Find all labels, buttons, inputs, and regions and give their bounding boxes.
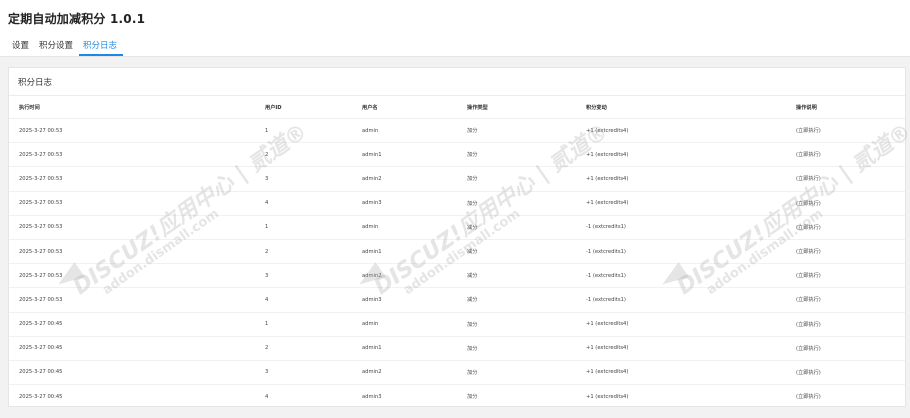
cell-operation-type: 加分: [457, 312, 576, 337]
tab-settings[interactable]: 设置: [8, 32, 35, 56]
cell-username: admin3: [362, 393, 382, 400]
cell-username: admin1: [352, 239, 457, 265]
cell-description: (立即执行): [786, 215, 905, 240]
cell-username: admin3: [352, 191, 457, 216]
cell-time: 2025-3-27 00:45: [9, 312, 255, 337]
cell-description: (立即执行): [786, 360, 905, 386]
table-row: 2025-3-27 00:53 3 admin2 减分 -1 (extcredits1)…: [9, 263, 905, 289]
cell-username: admin: [352, 312, 457, 337]
column-header-credit-change: 积分变动: [576, 96, 786, 119]
tab-credit-log[interactable]: 积分日志: [79, 32, 124, 56]
cell-user-id: 3: [255, 166, 352, 192]
cell-credit-change: +1 (extcredits4): [576, 360, 786, 386]
cell-user-id: 4: [265, 393, 269, 400]
cell-time: 2025-3-27 00:53: [9, 263, 255, 289]
cell-operation-type: 减分: [457, 287, 576, 313]
cell-user-id: 3: [255, 263, 352, 289]
cell-operation-type: 加分: [457, 191, 576, 216]
cell-credit-change: +1 (extcredits4): [576, 142, 786, 168]
cell-user-id: 2: [255, 336, 352, 361]
cell-time: 2025-3-27 00:53: [9, 215, 255, 240]
table-row: 2025-3-27 00:45 1 admin 加分 +1 (extcredits4)(…: [9, 312, 905, 337]
column-header-user-id: 用户ID: [255, 96, 352, 119]
cell-time: 2025-3-27 00:53: [9, 118, 255, 144]
cell-description: (立即执行): [786, 287, 905, 313]
cell-credit-change: -1 (extcredits1): [576, 239, 786, 265]
table-row: 2025-3-27 00:45 2 admin1 加分 +1 (extcredits4)…: [9, 336, 905, 361]
cell-username: admin1: [352, 336, 457, 361]
cell-username: admin1: [352, 142, 457, 168]
cell-user-id: 2: [255, 142, 352, 168]
column-header-description: 操作说明: [786, 96, 905, 119]
panel-title: 积分日志: [9, 68, 905, 96]
cell-time: 2025-3-27 00:53: [9, 142, 255, 168]
cell-credit-change: +1 (extcredits4): [576, 191, 786, 216]
cell-time: 2025-3-27 00:45: [9, 336, 255, 361]
cell-operation-type: 减分: [457, 239, 576, 265]
cell-description: (立即执行): [786, 239, 905, 265]
cell-description: (立即执行): [786, 263, 905, 289]
cell-username: admin2: [352, 166, 457, 192]
table-row: 2025-3-27 00:53 2 admin1 减分 -1 (extcredits1)…: [9, 239, 905, 265]
cell-username: admin: [352, 118, 457, 144]
cell-credit-change: -1 (extcredits1): [576, 215, 786, 240]
app-title: 定期自动加减积分 1.0.1: [8, 12, 146, 26]
cell-operation-type: 加分: [457, 360, 576, 386]
cell-user-id: 3: [255, 360, 352, 386]
cell-description: (立即执行): [786, 191, 905, 216]
table-row: 2025-3-27 00:45 3 admin2 加分 +1 (extcredits4)…: [9, 360, 905, 386]
cell-credit-change: +1 (extcredits4): [576, 166, 786, 192]
cell-description: (立即执行): [786, 118, 905, 144]
cell-operation-type: 加分: [457, 166, 576, 192]
cell-description: (立即执行): [786, 142, 905, 168]
cell-operation-type: 加分: [457, 118, 576, 144]
table-header-row: 执行时间 用户ID 用户名 操作类型 积分变动 操作说明: [9, 96, 905, 119]
table-row: 2025-3-27 00:53 2 admin1 加分 +1 (extcredits4)…: [9, 142, 905, 168]
column-header-operation-type: 操作类型: [457, 96, 576, 119]
cell-user-id: 1: [255, 312, 352, 337]
cell-credit-change: +1 (extcredits4): [586, 393, 629, 400]
column-header-username: 用户名: [352, 96, 457, 119]
cell-time: 2025-3-27 00:53: [9, 191, 255, 216]
cell-credit-change: +1 (extcredits4): [576, 118, 786, 144]
table-row: 2025-3-27 00:45 4 admin3 加分 +1 (extcredits4)…: [9, 385, 905, 409]
column-header-time: 执行时间: [9, 96, 255, 119]
credit-log-panel: 积分日志 执行时间 用户ID 用户名 操作类型 积分变动 操作说明 2025-3…: [8, 67, 906, 407]
cell-credit-change: +1 (extcredits4): [576, 336, 786, 361]
table-row: 2025-3-27 00:53 1 admin 减分 -1 (extcredits1)(…: [9, 215, 905, 240]
cell-user-id: 1: [255, 215, 352, 240]
cell-description: (立即执行): [786, 336, 905, 361]
table-row: 2025-3-27 00:53 3 admin2 加分 +1 (extcredits4)…: [9, 166, 905, 192]
table-row: 2025-3-27 00:53 1 admin 加分 +1 (extcredits4)(…: [9, 118, 905, 144]
cell-description: (立即执行): [796, 394, 821, 401]
app-header: 定期自动加减积分 1.0.1 设置 积分设置 积分日志: [0, 0, 910, 57]
cell-time: 2025-3-27 00:53: [9, 287, 255, 313]
cell-credit-change: -1 (extcredits1): [576, 287, 786, 313]
cell-user-id: 1: [255, 118, 352, 144]
credit-log-table: 执行时间 用户ID 用户名 操作类型 积分变动 操作说明 2025-3-27 0…: [9, 96, 905, 408]
cell-username: admin2: [352, 360, 457, 386]
cell-operation-type: 减分: [457, 215, 576, 240]
cell-time: 2025-3-27 00:53: [9, 239, 255, 265]
cell-description: (立即执行): [786, 166, 905, 192]
cell-operation-type: 加分: [457, 142, 576, 168]
table-row: 2025-3-27 00:53 4 admin3 减分 -1 (extcredits1)…: [9, 287, 905, 313]
tab-bar: 设置 积分设置 积分日志: [8, 32, 124, 56]
tab-credit-settings[interactable]: 积分设置: [35, 32, 79, 56]
cell-credit-change: +1 (extcredits4): [576, 312, 786, 337]
cell-user-id: 2: [255, 239, 352, 265]
cell-user-id: 4: [255, 287, 352, 313]
cell-operation-type: 加分: [457, 336, 576, 361]
cell-username: admin3: [352, 287, 457, 313]
cell-time: 2025-3-27 00:53: [9, 166, 255, 192]
table-row: 2025-3-27 00:53 4 admin3 加分 +1 (extcredits4)…: [9, 191, 905, 216]
cell-time: 2025-3-27 00:45: [9, 360, 255, 386]
cell-user-id: 4: [255, 191, 352, 216]
cell-description: (立即执行): [786, 312, 905, 337]
cell-operation-type: 加分: [467, 394, 478, 401]
cell-operation-type: 减分: [457, 263, 576, 289]
cell-time: 2025-3-27 00:45: [19, 393, 63, 400]
cell-username: admin: [352, 215, 457, 240]
